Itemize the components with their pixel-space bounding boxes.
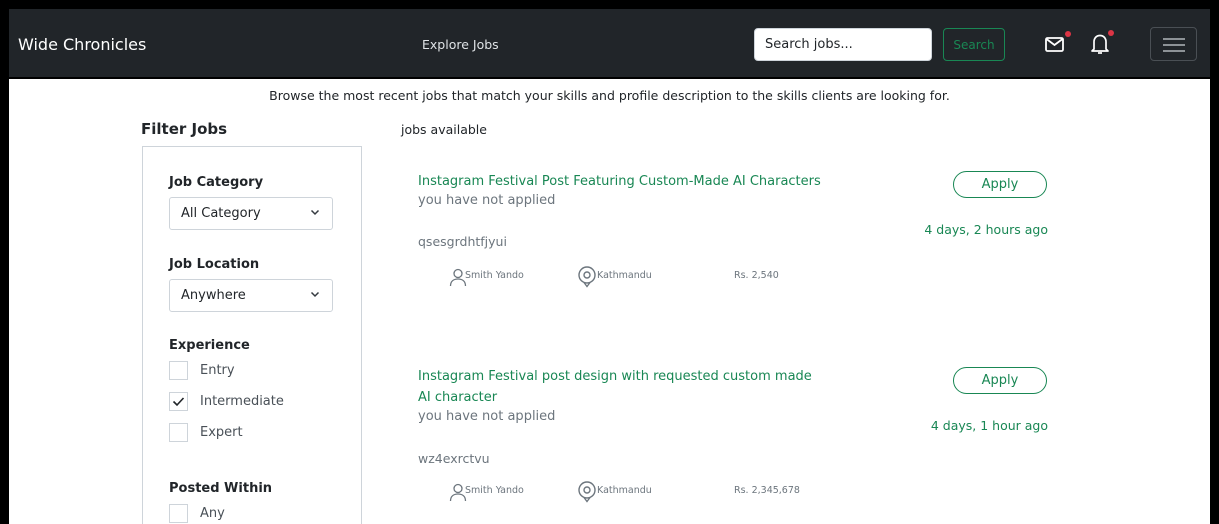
location-name: Kathmandu [597, 485, 652, 496]
job-category-label: Job Category [169, 175, 264, 190]
job-title-link[interactable]: Instagram Festival Post Featuring Custom… [418, 171, 828, 192]
job-location-label: Job Location [169, 257, 260, 272]
job-price: Rs. 2,345,678 [734, 485, 800, 496]
bell-notification-dot [1108, 30, 1114, 36]
job-price: Rs. 2,540 [734, 270, 779, 281]
search-input[interactable] [754, 28, 932, 61]
application-status: you have not applied [418, 193, 556, 208]
location-pin-icon [578, 266, 596, 288]
menu-toggle-button[interactable] [1150, 27, 1197, 61]
posted-within-label: Posted Within [169, 481, 273, 496]
location-pin-icon [578, 481, 596, 503]
job-location-value: Anywhere [181, 288, 246, 303]
client-name: Smith Yando [465, 270, 524, 281]
checkbox-label: Expert [200, 425, 243, 440]
job-location: Kathmandu [577, 481, 697, 503]
mail-icon [1045, 37, 1064, 52]
menu-icon-bar [1163, 50, 1185, 52]
experience-label: Experience [169, 338, 250, 353]
chevron-down-icon [310, 291, 320, 298]
notifications-button[interactable] [1089, 30, 1114, 57]
filter-title: Filter Jobs [141, 120, 228, 138]
posted-time: 4 days, 2 hours ago [924, 222, 1048, 237]
checkbox-label: Intermediate [200, 394, 284, 409]
job-description: qsesgrdhtfjyui [418, 234, 507, 249]
brand-logo[interactable]: Wide Chronicles [18, 35, 146, 54]
mail-notification-dot [1065, 31, 1071, 37]
menu-icon-bar [1163, 44, 1185, 46]
location-name: Kathmandu [597, 270, 652, 281]
job-location-select[interactable]: Anywhere [169, 279, 333, 312]
navbar: Wide Chronicles Explore Jobs Search [9, 9, 1210, 79]
chevron-down-icon [310, 209, 320, 216]
app-frame: Wide Chronicles Explore Jobs Search Brow… [9, 9, 1210, 524]
client-name: Smith Yando [465, 485, 524, 496]
job-title-link[interactable]: Instagram Festival post design with requ… [418, 366, 828, 408]
job-client: Smith Yando [448, 482, 568, 504]
apply-button[interactable]: Apply [953, 367, 1047, 394]
checkbox[interactable] [169, 504, 188, 523]
checkbox-label: Any [200, 506, 225, 521]
job-description: wz4exrctvu [418, 451, 490, 466]
job-card: Instagram Festival post design with requ… [389, 366, 1069, 524]
job-client: Smith Yando [448, 267, 568, 289]
explore-jobs-link[interactable]: Explore Jobs [422, 37, 499, 52]
application-status: you have not applied [418, 409, 556, 424]
checkbox[interactable] [169, 423, 188, 442]
checkbox[interactable] [169, 361, 188, 380]
menu-icon [1163, 38, 1185, 40]
checkmark-icon [172, 397, 185, 407]
filter-panel: Job Category All Category Job Location A… [142, 146, 362, 524]
job-location: Kathmandu [577, 266, 697, 288]
bell-icon [1091, 34, 1109, 54]
checkbox[interactable] [169, 392, 188, 411]
job-card: Instagram Festival Post Featuring Custom… [389, 171, 1069, 321]
search-button[interactable]: Search [943, 28, 1005, 61]
checkbox-label: Entry [200, 363, 235, 378]
apply-button[interactable]: Apply [953, 171, 1047, 198]
page-subtitle: Browse the most recent jobs that match y… [269, 88, 950, 103]
posted-time: 4 days, 1 hour ago [930, 418, 1048, 433]
mail-button[interactable] [1044, 31, 1071, 57]
job-category-value: All Category [181, 206, 261, 221]
job-category-select[interactable]: All Category [169, 197, 333, 230]
jobs-count-heading: jobs available [401, 122, 487, 137]
